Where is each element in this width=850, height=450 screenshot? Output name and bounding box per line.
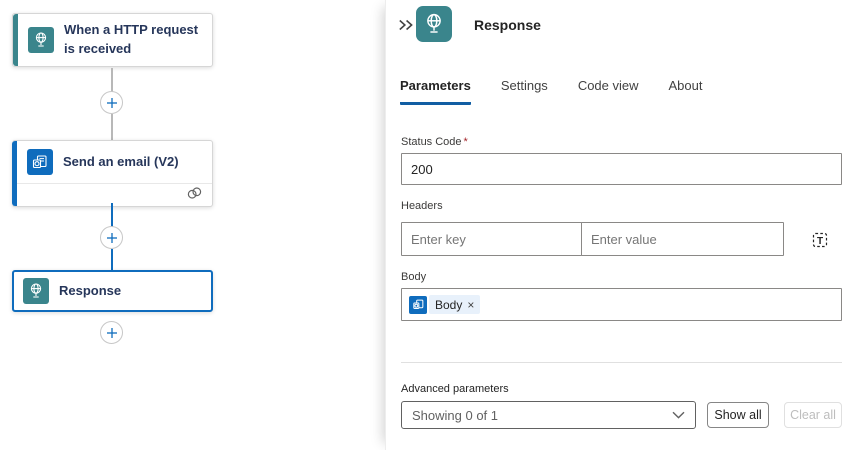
node-accent-bar bbox=[12, 141, 17, 206]
connector-line bbox=[111, 203, 113, 227]
collapse-panel-icon[interactable] bbox=[397, 16, 415, 34]
panel-title: Response bbox=[474, 17, 541, 33]
workflow-canvas[interactable]: When a HTTP request is received Send an … bbox=[0, 0, 385, 450]
insert-step-button[interactable] bbox=[100, 321, 123, 344]
dropdown-value: Showing 0 of 1 bbox=[412, 407, 499, 423]
panel-header: Response bbox=[386, 0, 850, 50]
headers-label: Headers bbox=[401, 200, 443, 212]
node-response[interactable]: Response bbox=[12, 270, 213, 312]
http-globe-icon bbox=[23, 278, 49, 304]
node-title: Response bbox=[59, 282, 122, 298]
remove-token-icon[interactable]: × bbox=[467, 298, 474, 312]
status-code-label: Status Code * bbox=[401, 136, 468, 148]
node-http-trigger[interactable]: When a HTTP request is received bbox=[12, 13, 213, 67]
advanced-parameters-label: Advanced parameters bbox=[401, 383, 509, 395]
http-globe-icon bbox=[416, 6, 452, 42]
outlook-icon bbox=[27, 149, 53, 175]
insert-step-button[interactable] bbox=[100, 226, 123, 249]
tab-settings[interactable]: Settings bbox=[501, 78, 548, 105]
plus-icon bbox=[106, 97, 117, 108]
node-send-email[interactable]: Send an email (V2) bbox=[12, 140, 213, 207]
flow-designer: When a HTTP request is received Send an … bbox=[0, 0, 850, 450]
body-token[interactable]: Body × bbox=[409, 295, 481, 314]
http-globe-icon bbox=[28, 26, 54, 53]
plus-icon bbox=[106, 232, 117, 243]
connection-icon[interactable] bbox=[186, 186, 203, 205]
connector-line bbox=[111, 68, 113, 92]
outlook-icon bbox=[409, 295, 427, 314]
action-details-panel: Response Parameters Settings Code view A… bbox=[385, 0, 850, 450]
panel-tabs: Parameters Settings Code view About bbox=[400, 78, 703, 105]
node-accent-bar bbox=[13, 14, 18, 66]
section-divider bbox=[401, 362, 842, 363]
connector-line bbox=[111, 114, 113, 141]
header-key-input[interactable] bbox=[401, 222, 582, 256]
plus-icon bbox=[106, 327, 117, 338]
advanced-parameters-dropdown[interactable]: Showing 0 of 1 bbox=[401, 401, 696, 429]
required-asterisk: * bbox=[463, 136, 468, 148]
tab-parameters[interactable]: Parameters bbox=[400, 78, 471, 105]
tab-about[interactable]: About bbox=[669, 78, 703, 105]
node-title: Send an email (V2) bbox=[63, 153, 179, 169]
show-all-button[interactable]: Show all bbox=[707, 402, 769, 428]
chevron-down-icon bbox=[672, 406, 685, 424]
token-label: Body bbox=[435, 297, 463, 312]
body-label: Body bbox=[401, 271, 427, 283]
body-input[interactable]: Body × bbox=[401, 288, 842, 321]
header-value-input[interactable] bbox=[581, 222, 784, 256]
node-footer bbox=[17, 183, 212, 206]
connector-line bbox=[111, 249, 113, 271]
tab-code-view[interactable]: Code view bbox=[578, 78, 639, 105]
status-code-input[interactable] bbox=[401, 153, 842, 185]
insert-step-button[interactable] bbox=[100, 91, 123, 114]
text-mode-toggle-icon[interactable]: T bbox=[810, 230, 830, 250]
svg-text:T: T bbox=[817, 236, 823, 247]
node-title: When a HTTP request is received bbox=[64, 22, 199, 56]
clear-all-button: Clear all bbox=[784, 402, 842, 428]
